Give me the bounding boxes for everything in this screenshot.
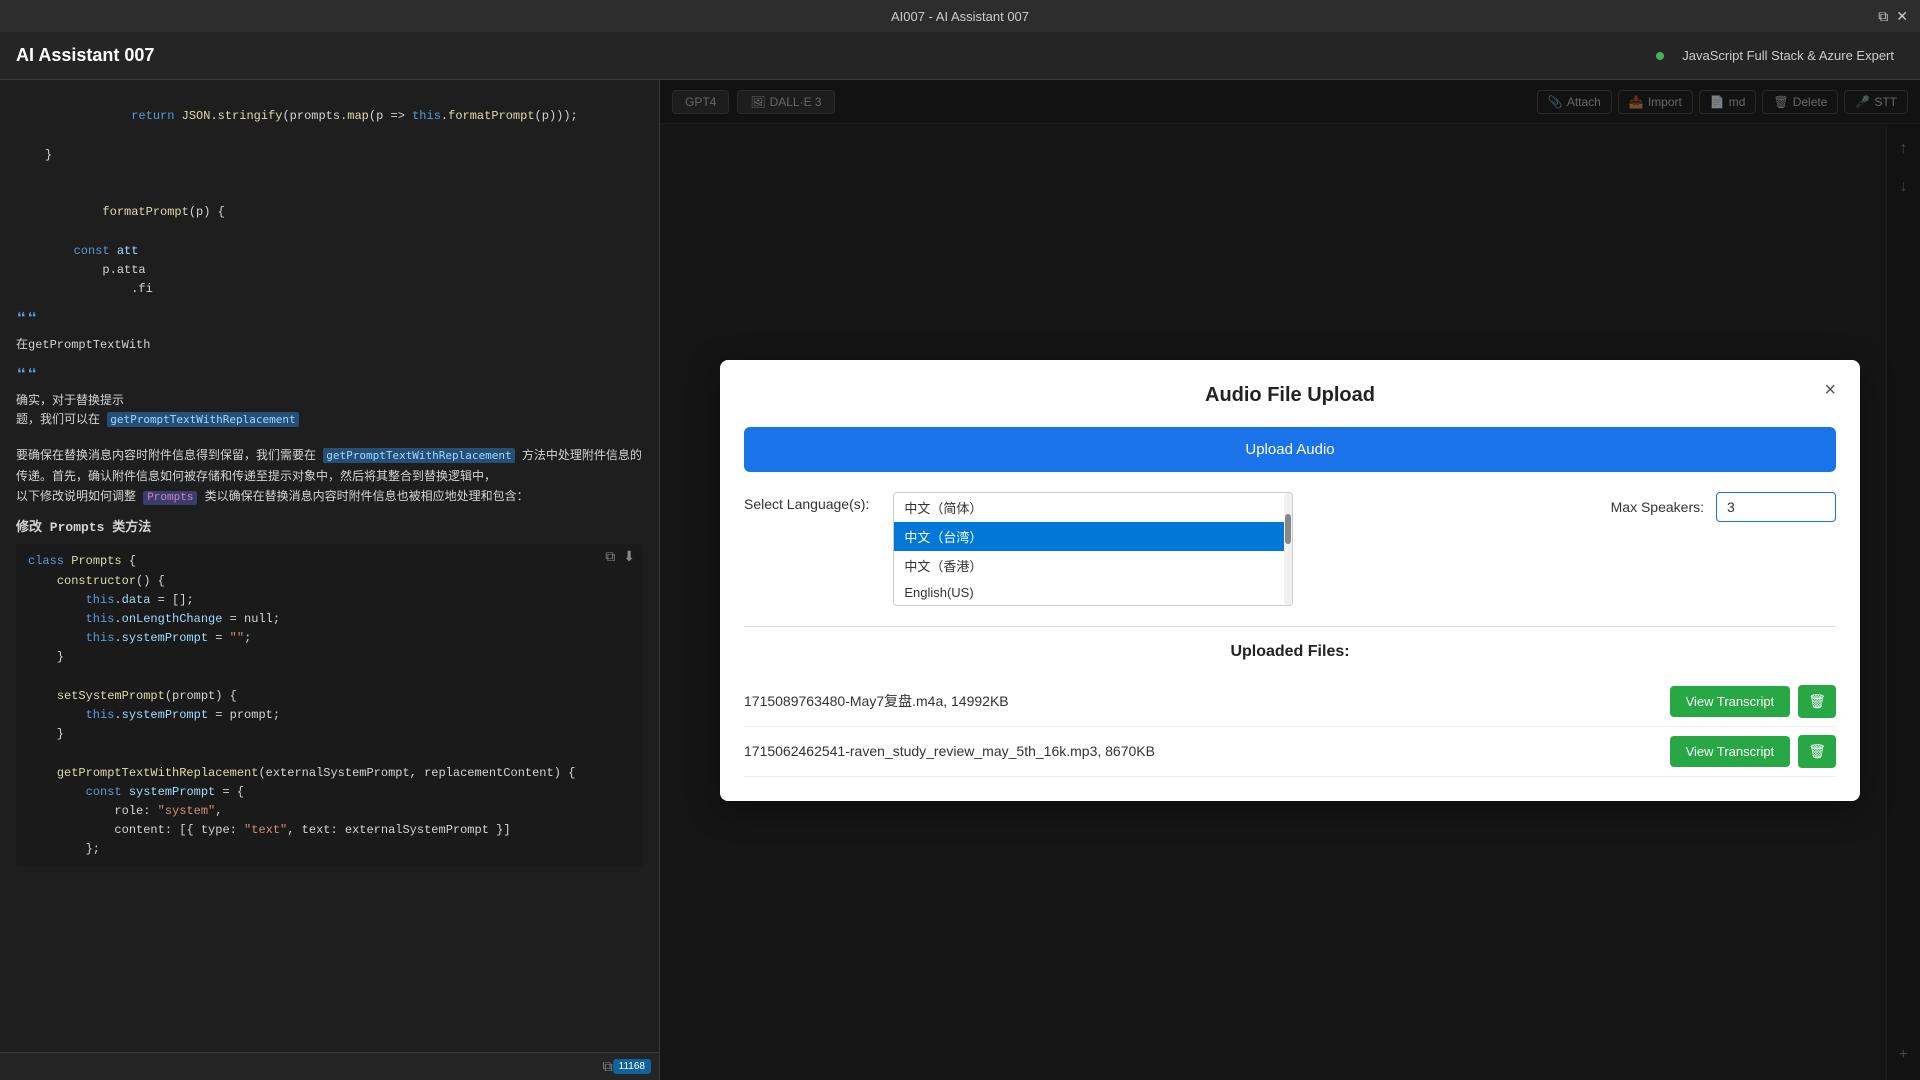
section-quote-2: ❝❝ <box>16 363 643 392</box>
class-code-14: role: "system", <box>28 802 631 821</box>
code-line-5: const att <box>16 242 643 261</box>
code-line-2: } <box>16 146 643 165</box>
inline-highlight-1: getPromptTextWithReplacement <box>323 448 514 463</box>
class-code-2: constructor() { <box>28 572 631 591</box>
select-scrollbar <box>1284 493 1292 605</box>
chinese-section-1: 在getPromptTextWith <box>16 336 643 355</box>
title-bar-icons: ⧉ ✕ <box>1878 8 1908 25</box>
line-count-badge: 11168 <box>613 1059 651 1074</box>
class-code-5: this.systemPrompt = ""; <box>28 629 631 648</box>
uploaded-files-title: Uploaded Files: <box>744 643 1836 661</box>
trash-icon-1: 🗑 <box>1808 693 1826 709</box>
language-select-wrapper: 中文（简体） 中文（台湾） 中文（香港） English(US) <box>893 492 1293 606</box>
code-line-6: p.atta <box>16 261 643 280</box>
class-code-1: class Prompts { <box>28 552 631 571</box>
status-label: JavaScript Full Stack & Azure Expert <box>1672 44 1904 67</box>
code-line-1: return JSON.stringify(prompts.map(p => t… <box>16 88 643 146</box>
language-select[interactable]: 中文（简体） 中文（台湾） 中文（香港） English(US) <box>893 492 1293 606</box>
lang-option-en-us[interactable]: English(US) <box>894 580 1292 605</box>
lang-option-zh-tw[interactable]: 中文（台湾） <box>894 522 1292 551</box>
code-expand-button[interactable]: ⬇ <box>623 548 635 565</box>
title-bar: AI007 - AI Assistant 007 ⧉ ✕ <box>0 0 1920 32</box>
class-code-3: this.data = []; <box>28 591 631 610</box>
prompts-highlight: Prompts <box>143 491 197 505</box>
app-header: AI Assistant 007 JavaScript Full Stack &… <box>0 32 1920 80</box>
class-code-12: getPromptTextWithReplacement(externalSys… <box>28 764 631 783</box>
modal-header: Audio File Upload × <box>744 384 1836 407</box>
code-area: return JSON.stringify(prompts.map(p => t… <box>0 80 659 1080</box>
max-speakers-label: Max Speakers: <box>1611 499 1704 515</box>
language-row: Select Language(s): 中文（简体） 中文（台湾） 中文（香港）… <box>744 492 1836 606</box>
class-code-7 <box>28 668 631 687</box>
code-line-3 <box>16 165 643 184</box>
class-code-6: } <box>28 648 631 667</box>
get-prompt-highlight: getPromptTextWithReplacement <box>107 412 298 427</box>
chinese-heading: 修改 Prompts 类方法 <box>16 518 643 539</box>
app-title: AI Assistant 007 <box>16 45 154 66</box>
class-code-8: setSystemPrompt(prompt) { <box>28 687 631 706</box>
titlebar-duplicate-icon[interactable]: ⧉ <box>1878 8 1888 25</box>
class-code-4: this.onLengthChange = null; <box>28 610 631 629</box>
title-bar-text: AI007 - AI Assistant 007 <box>891 9 1029 24</box>
lang-option-zh-hk[interactable]: 中文（香港） <box>894 551 1292 580</box>
code-copy-button[interactable]: ⧉ <box>605 548 615 565</box>
modal-divider <box>744 626 1836 627</box>
bottom-copy-button[interactable]: ⧉ <box>603 1058 613 1075</box>
chinese-section-2a: 确实，对于替换提示 <box>16 392 643 411</box>
file-actions-2: View Transcript 🗑 <box>1670 735 1836 768</box>
class-code-10: } <box>28 725 631 744</box>
view-transcript-button-2[interactable]: View Transcript <box>1670 736 1791 767</box>
file-actions-1: View Transcript 🗑 <box>1670 685 1836 718</box>
max-speakers-group: Max Speakers: <box>1611 492 1836 522</box>
select-scrollbar-thumb <box>1285 514 1291 544</box>
code-line-7: .fi <box>16 280 643 299</box>
delete-file-button-2[interactable]: 🗑 <box>1798 735 1836 768</box>
class-code-13: const systemPrompt = { <box>28 783 631 802</box>
upload-audio-button[interactable]: Upload Audio <box>744 427 1836 472</box>
delete-file-button-1[interactable]: 🗑 <box>1798 685 1836 718</box>
status-dot <box>1656 52 1664 60</box>
class-code-15: content: [{ type: "text", text: external… <box>28 821 631 840</box>
class-code-9: this.systemPrompt = prompt; <box>28 706 631 725</box>
class-code-16: }; <box>28 840 631 859</box>
max-speakers-input[interactable] <box>1716 492 1836 522</box>
chinese-section-2b: 题，我们可以在 getPromptTextWithReplacement <box>16 411 643 430</box>
file-row-1: 1715089763480-May7复盘.m4a, 14992KB View T… <box>744 677 1836 727</box>
trash-icon-2: 🗑 <box>1808 743 1826 759</box>
view-transcript-button-1[interactable]: View Transcript <box>1670 686 1791 717</box>
header-right: JavaScript Full Stack & Azure Expert <box>1656 44 1904 67</box>
modal-close-button[interactable]: × <box>1824 380 1836 400</box>
class-code-11 <box>28 744 631 763</box>
titlebar-close-icon[interactable]: ✕ <box>1896 8 1908 25</box>
right-panel: GPT4 🖼 DALL·E 3 📎 Attach 📥 Import 📄 md <box>660 80 1920 1080</box>
code-line-4: formatPrompt(p) { <box>16 184 643 242</box>
left-panel-bottom-bar: ⧉ 11168 <box>0 1052 659 1080</box>
lang-option-zh-cn[interactable]: 中文（简体） <box>894 493 1292 522</box>
modal-overlay: Audio File Upload × Upload Audio Select … <box>660 80 1920 1080</box>
class-code-block: ⧉ ⬇ class Prompts { constructor() { this… <box>16 544 643 867</box>
modal-title: Audio File Upload <box>1205 384 1375 407</box>
file-name-2: 1715062462541-raven_study_review_may_5th… <box>744 743 1670 759</box>
section-quote-1: ❝❝ <box>16 307 643 336</box>
quote-mark-1: ❝❝ <box>16 311 38 331</box>
language-select-label: Select Language(s): <box>744 492 869 512</box>
quote-mark-2: ❝❝ <box>16 367 38 387</box>
chinese-paragraph: 要确保在替换消息内容时附件信息得到保留，我们需要在 getPromptTextW… <box>16 440 643 513</box>
file-row-2: 1715062462541-raven_study_review_may_5th… <box>744 727 1836 777</box>
left-panel: return JSON.stringify(prompts.map(p => t… <box>0 80 660 1080</box>
main-layout: return JSON.stringify(prompts.map(p => t… <box>0 80 1920 1080</box>
file-name-1: 1715089763480-May7复盘.m4a, 14992KB <box>744 691 1670 711</box>
audio-upload-modal: Audio File Upload × Upload Audio Select … <box>720 360 1860 801</box>
